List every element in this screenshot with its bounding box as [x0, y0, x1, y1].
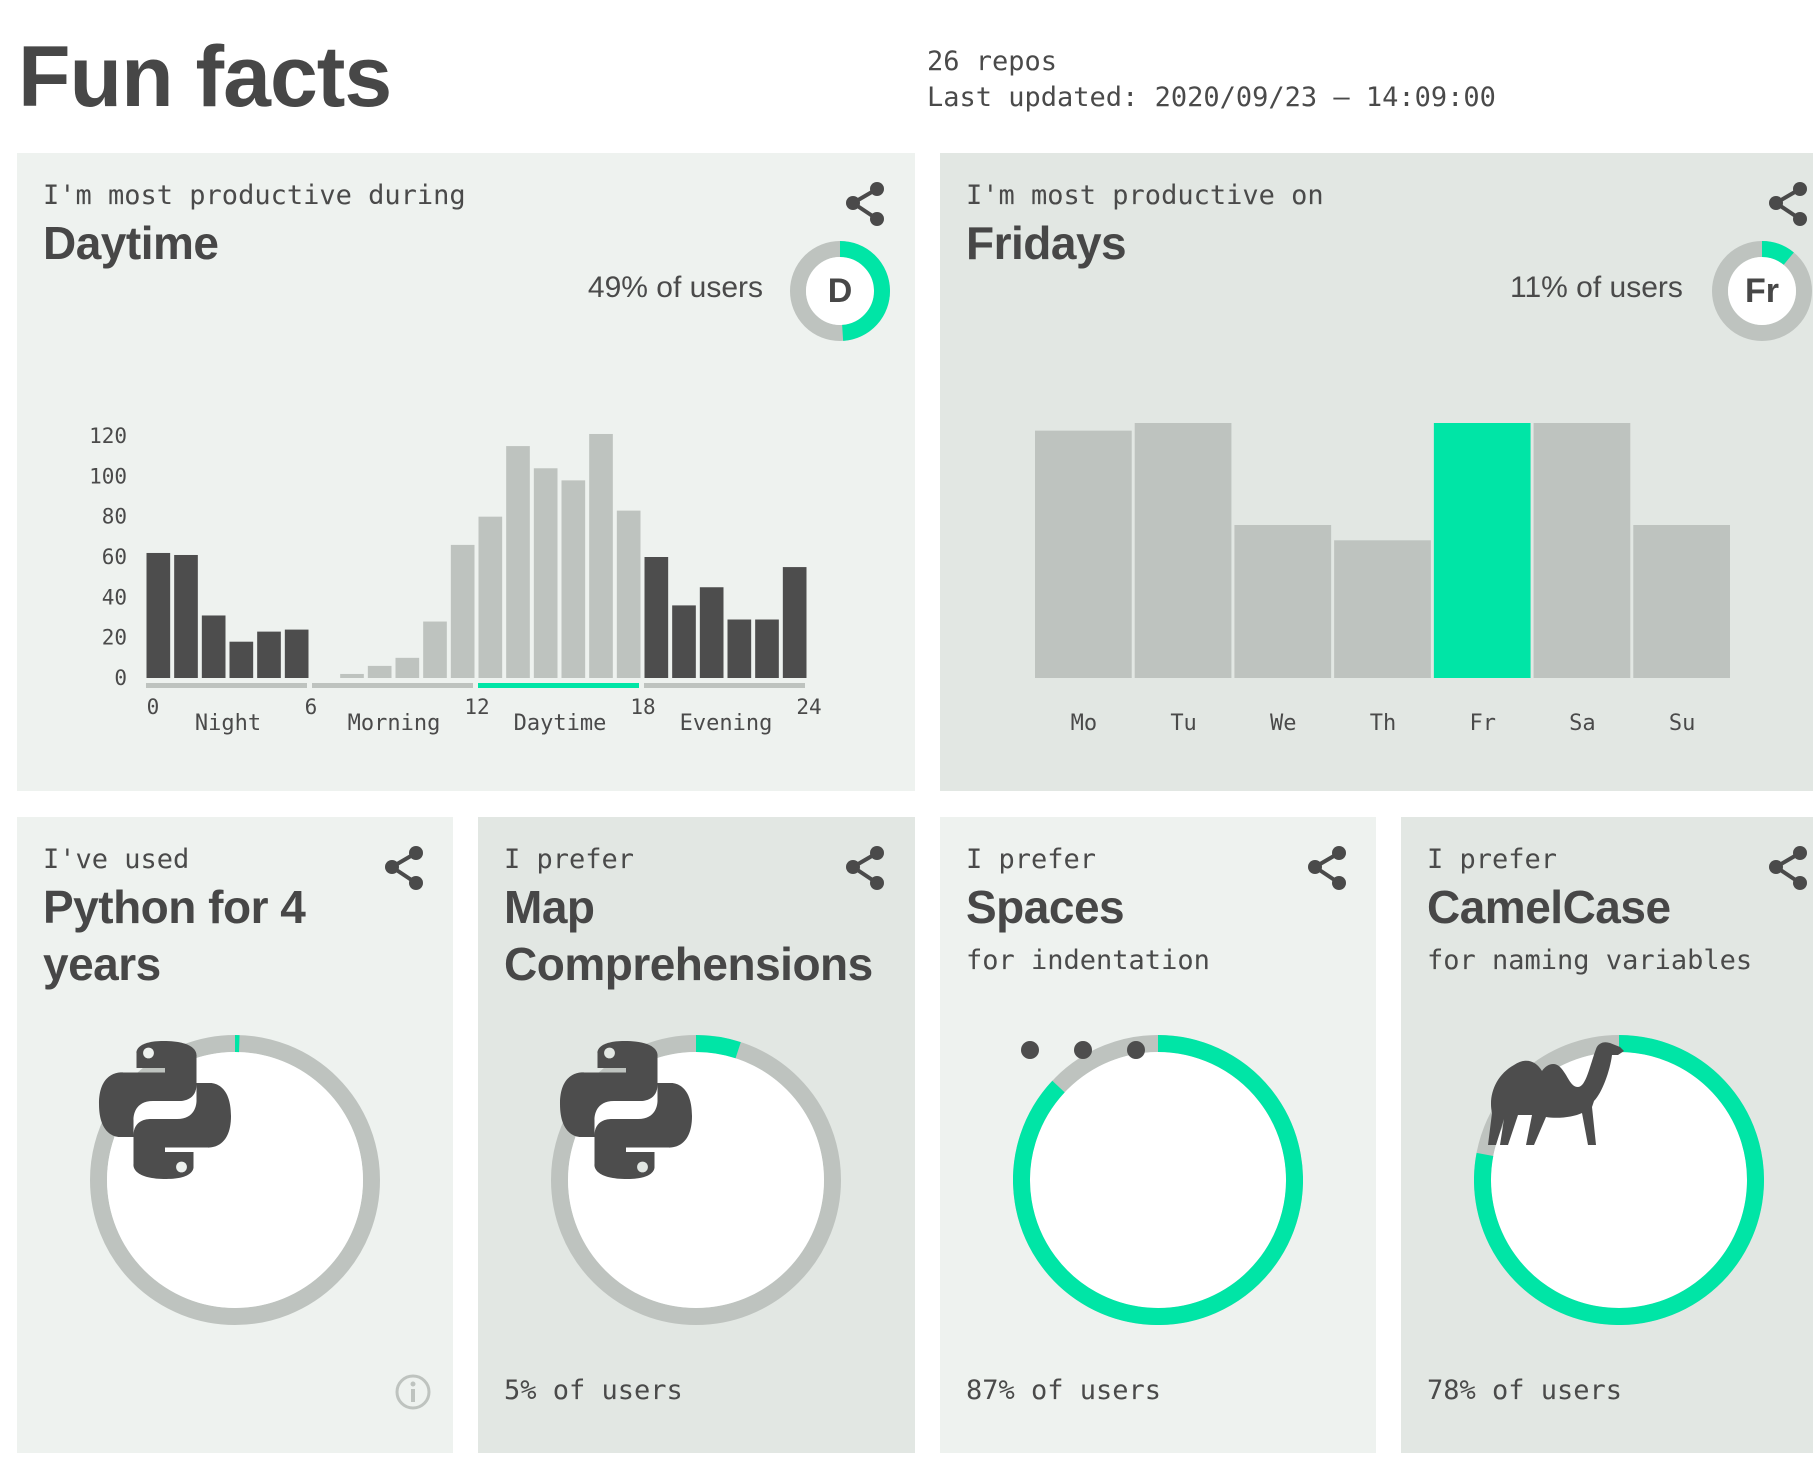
group-underline — [146, 683, 307, 688]
day-label: Su — [1669, 711, 1696, 736]
share-icon[interactable] — [1766, 845, 1810, 891]
progress-ring — [90, 1035, 380, 1325]
share-icon[interactable] — [1305, 845, 1349, 891]
hour-bar — [782, 567, 807, 678]
hour-bar — [146, 552, 171, 678]
day-bar — [1533, 423, 1631, 678]
hour-bar — [284, 629, 309, 678]
progress-ring — [1013, 1035, 1303, 1325]
x-tick-label: 18 — [630, 695, 655, 719]
hour-bar — [561, 480, 586, 678]
card-headline: CamelCase — [1427, 881, 1671, 933]
card-footer: 78% of users — [1427, 1375, 1623, 1406]
y-tick-label: 120 — [89, 424, 127, 448]
hour-bar — [395, 657, 420, 678]
hour-bar — [644, 557, 669, 678]
dots-icon — [1013, 1035, 1303, 1325]
hour-bar — [616, 510, 641, 678]
hour-chart: 020406080100120Night Morning Daytime Evenin… — [89, 424, 822, 736]
day-label: Tu — [1170, 711, 1197, 736]
day-of-week-card: I'm most productive on Fridays 11% of us… — [940, 153, 1813, 791]
y-tick-label: 60 — [102, 545, 127, 569]
hour-bar — [533, 468, 558, 678]
progress-ring — [551, 1035, 841, 1325]
hour-bar — [506, 446, 530, 678]
group-underline — [312, 683, 473, 688]
group-label: Morning — [348, 711, 441, 736]
group-underline — [644, 683, 805, 688]
hour-bar — [367, 665, 392, 678]
hour-bar — [423, 621, 447, 678]
card-subtitle: for naming variables — [1427, 945, 1753, 976]
card-headline: Map Comprehensions — [504, 881, 873, 990]
language-card: I've used Python for 4 years — [17, 817, 453, 1453]
day-label: We — [1270, 711, 1297, 736]
y-tick-label: 0 — [114, 666, 127, 690]
day-bar — [1334, 540, 1431, 678]
hour-bar — [755, 619, 779, 678]
day-label: Mo — [1071, 711, 1098, 736]
card-lead: I prefer — [504, 844, 635, 875]
y-tick-label: 40 — [102, 585, 127, 609]
day-bar — [1134, 423, 1232, 678]
hour-bar — [478, 516, 503, 678]
hour-bar — [450, 544, 475, 678]
day-bar — [1035, 430, 1132, 678]
y-tick-label: 100 — [89, 464, 127, 488]
card-footer: 87% of users — [966, 1375, 1162, 1406]
card-footer: 5% of users — [504, 1375, 683, 1406]
indentation-card: I prefer Spaces for indentation 87% of u… — [940, 817, 1376, 1453]
time-of-day-card: I'm most productive during Daytime 49% o… — [17, 153, 915, 791]
info-icon[interactable] — [393, 1372, 433, 1412]
naming-card: I prefer CamelCase for naming variables … — [1401, 817, 1813, 1453]
repo-count: 26 repos — [927, 46, 1058, 77]
hour-bar — [340, 673, 364, 678]
python-logo-icon — [90, 1035, 380, 1325]
hour-bar — [699, 587, 724, 678]
y-tick-label: 20 — [102, 626, 127, 650]
progress-ring — [1474, 1035, 1764, 1325]
day-chart: Mo Tu We Th Fr Sa Su — [1035, 423, 1730, 736]
page-meta: 26 repos Last updated: 2020/09/23 – 14:0… — [927, 44, 1496, 116]
camel-icon — [1474, 1035, 1764, 1325]
day-bar — [1633, 525, 1730, 678]
day-bar — [1234, 525, 1332, 678]
comprehension-card: I prefer Map Comprehensions 5% of users — [478, 817, 915, 1453]
last-updated: Last updated: 2020/09/23 – 14:09:00 — [927, 82, 1496, 113]
day-label: Sa — [1569, 711, 1596, 736]
hour-bar — [229, 641, 254, 678]
x-tick-label: 12 — [464, 695, 489, 719]
day-label: Fr — [1469, 711, 1496, 736]
share-icon[interactable] — [382, 845, 426, 891]
hour-bar — [174, 554, 198, 678]
card-lead: I prefer — [966, 844, 1097, 875]
page-title: Fun facts — [18, 29, 392, 125]
hour-bar — [727, 619, 752, 678]
group-label: Evening — [680, 711, 773, 736]
y-tick-label: 80 — [102, 505, 127, 529]
x-tick-label: 24 — [796, 695, 821, 719]
hour-bar — [257, 631, 281, 678]
hour-bar — [201, 615, 226, 678]
share-icon[interactable] — [843, 845, 887, 891]
card-lead: I've used — [43, 844, 190, 875]
day-label: Th — [1370, 711, 1397, 736]
x-tick-label: 6 — [305, 695, 318, 719]
card-subtitle: for indentation — [966, 945, 1210, 976]
group-label: Daytime — [514, 711, 607, 736]
hour-bar — [672, 605, 696, 678]
card-headline: Python for 4 years — [43, 881, 306, 990]
group-underline — [478, 683, 639, 688]
hour-bar — [589, 433, 613, 678]
card-headline: Spaces — [966, 881, 1125, 933]
day-bar — [1433, 423, 1531, 678]
x-tick-label: 0 — [147, 695, 160, 719]
card-lead: I prefer — [1427, 844, 1558, 875]
python-logo-icon — [551, 1035, 841, 1325]
group-label: Night — [195, 711, 261, 736]
